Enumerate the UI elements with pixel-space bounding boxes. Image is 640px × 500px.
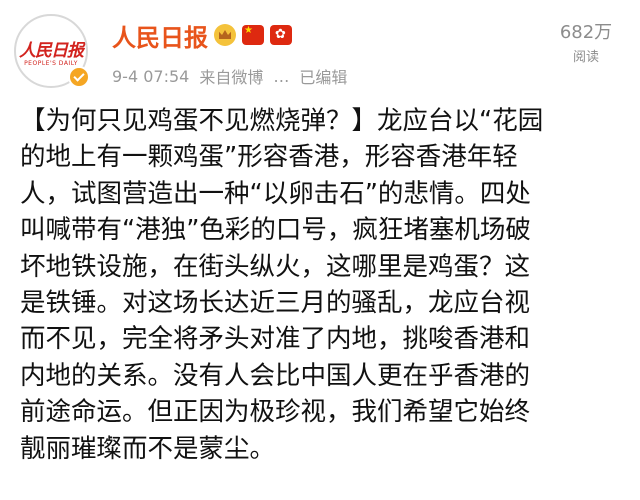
flag-cn-icon[interactable]: [242, 25, 264, 45]
post-line: 叫喊带有“港独”色彩的口号，疯狂堵塞机场破: [20, 215, 531, 246]
edited-label[interactable]: 已编辑: [299, 64, 347, 88]
post-line: 前途命运。但正因为极珍视，我们希望它始终: [20, 397, 531, 428]
view-label: 阅读: [572, 50, 599, 65]
post-source[interactable]: 来自微博: [199, 64, 263, 88]
flag-hk-icon[interactable]: [270, 25, 292, 45]
post-header: 人民日报 PEOPLE'S DAILY 人民日报 9-4 07:54 来自微博 …: [0, 0, 640, 100]
post-line: 【为何只见鸡蛋不见燃烧弹？】龙应台以“花园: [20, 106, 544, 136]
post-date: 9-4 07:54: [112, 66, 190, 86]
verified-icon: [68, 66, 90, 88]
name-row: 人民日报: [112, 18, 292, 52]
account-name[interactable]: 人民日报: [112, 18, 208, 53]
post-line: 是铁锤。对这场长达近三月的骚乱，龙应台视: [20, 287, 531, 318]
post-body: 【为何只见鸡蛋不见燃烧弹？】龙应台以“花园 的地上有一颗鸡蛋”形容香港，形容香港…: [20, 103, 625, 467]
view-stats: 682万 阅读: [546, 18, 626, 65]
view-count: 682万: [559, 22, 613, 43]
post-line: 坏地铁设施，在街头纵火，这哪里是鸡蛋？这: [20, 251, 531, 282]
post-line: 人，试图营造出一种“以卵击石”的悲情。四处: [20, 178, 531, 209]
meta-separator: …: [273, 66, 290, 86]
post-line: 靓丽璀璨而不是蒙尘。: [20, 433, 276, 464]
post-meta: 9-4 07:54 来自微博 … 已编辑: [112, 64, 357, 88]
avatar-logo-text: 人民日报: [19, 41, 84, 61]
post-line: 内地的关系。没有人会比中国人更在乎香港的: [20, 360, 531, 391]
post-line: 而不见，完全将矛头对准了内地，挑唆香港和: [20, 324, 531, 355]
crown-icon[interactable]: [214, 24, 236, 46]
post-line: 的地上有一颗鸡蛋”形容香港，形容香港年轻: [20, 142, 518, 173]
